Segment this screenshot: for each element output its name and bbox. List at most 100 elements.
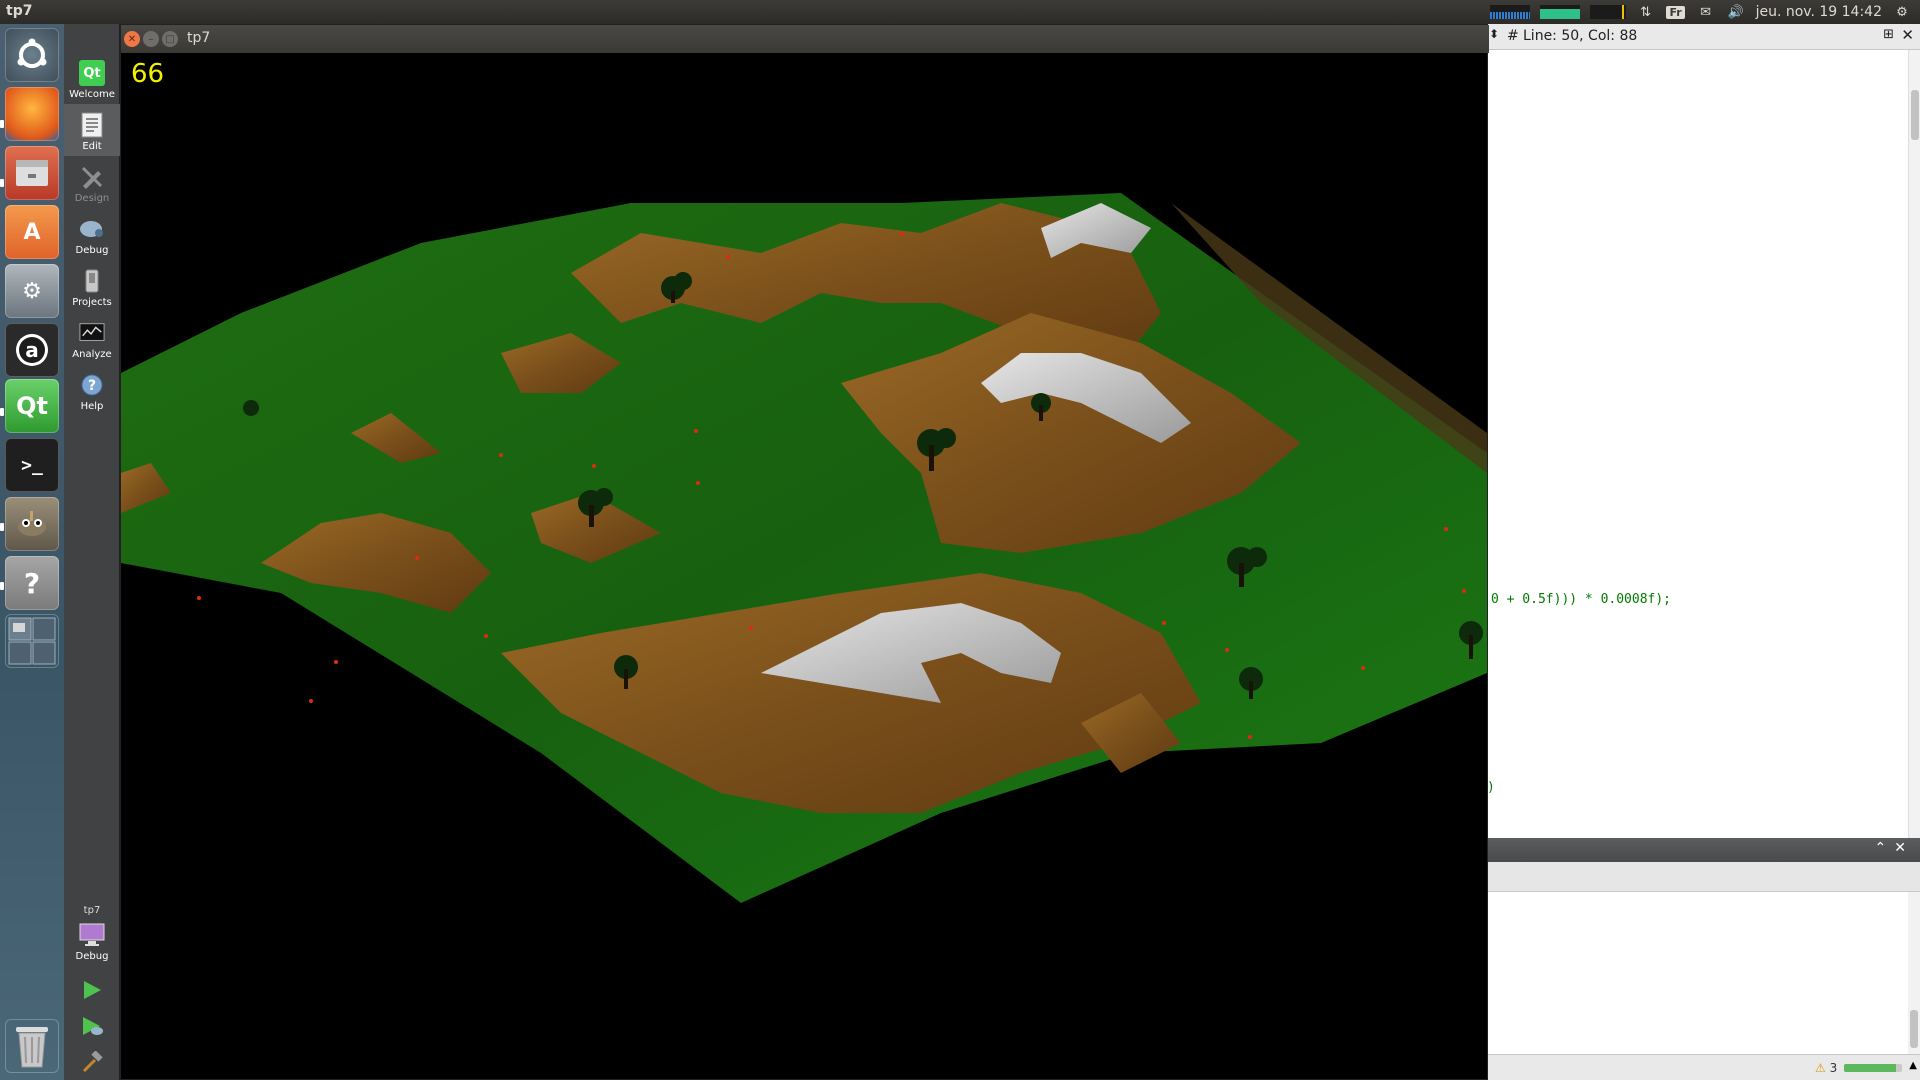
amazon-icon[interactable]: a [5, 323, 59, 377]
debug-play-icon [83, 1017, 103, 1035]
qt-logo-icon: Qt [79, 60, 105, 86]
keyboard-layout-indicator[interactable]: Fr [1666, 4, 1686, 20]
code-line: 0 + 0.5f))) * 0.0008f); [1491, 592, 1672, 607]
scrollbar-thumb[interactable] [1910, 1010, 1918, 1048]
target-config-label: Debug [75, 951, 109, 962]
mode-help[interactable]: ? Help [64, 364, 120, 416]
mode-label: Edit [82, 141, 102, 152]
trash-icon[interactable] [5, 1019, 59, 1073]
volume-icon[interactable]: 🔊 [1726, 4, 1746, 20]
editor-scrollbar[interactable] [1908, 50, 1920, 838]
indicator-area: ⇅ Fr ✉ 🔊 jeu. nov. 19 14:42 ⚙ [1489, 0, 1920, 24]
window-title: tp7 [187, 30, 211, 46]
clock[interactable]: jeu. nov. 19 14:42 [1756, 4, 1882, 20]
terrain-scene [121, 193, 1487, 903]
mode-debug[interactable]: Debug [64, 208, 120, 260]
output-pane[interactable] [1487, 892, 1920, 1054]
window-titlebar[interactable]: ✕ – □ tp7 [121, 25, 1489, 53]
run-button[interactable] [78, 976, 106, 1004]
document-icon [79, 112, 105, 138]
expand-arrow-icon[interactable]: ▲ [1909, 1060, 1917, 1071]
close-pane-icon[interactable]: ✕ [1894, 840, 1914, 856]
code-editor[interactable]: 0 + 0.5f))) * 0.0008f); ) [1487, 50, 1920, 838]
mode-edit[interactable]: Edit [64, 104, 120, 156]
mode-label: Welcome [69, 89, 115, 100]
warning-count: 3 [1829, 1061, 1838, 1075]
running-indicator [0, 120, 4, 128]
target-project-label: tp7 [83, 905, 101, 916]
design-pen-icon [79, 164, 105, 190]
opengl-viewport[interactable]: 66 [121, 53, 1487, 1079]
monitor-graph-icon [79, 320, 105, 346]
gimp-icon[interactable] [5, 497, 59, 551]
build-progress-bar [1844, 1064, 1902, 1072]
build-progress-fill [1844, 1064, 1897, 1072]
mode-label: Design [74, 193, 110, 204]
dash-home-icon[interactable] [5, 28, 59, 82]
qt-mode-selector: Qt Welcome Edit Design Debug Projects An… [64, 24, 120, 1080]
cursor-position[interactable]: Line: 50, Col: 88 [1523, 28, 1637, 44]
terminal-icon[interactable]: >_ [5, 438, 59, 492]
play-icon [84, 981, 101, 999]
svg-text:?: ? [88, 378, 96, 394]
desktop-kit-icon [79, 922, 105, 948]
window-maximize-button[interactable]: □ [162, 31, 178, 47]
close-editor-icon[interactable]: ✕ [1901, 26, 1914, 44]
code-line: ) [1487, 780, 1495, 795]
mode-label: Debug [75, 245, 109, 256]
fps-counter: 66 [131, 59, 165, 89]
hash-label: # [1507, 28, 1519, 44]
network-transfer-icon[interactable]: ⇅ [1636, 4, 1656, 20]
running-indicator [0, 523, 4, 531]
output-scrollbar[interactable] [1908, 892, 1920, 1054]
top-panel: tp7 ⇅ Fr ✉ 🔊 jeu. nov. 19 14:42 ⚙ [0, 0, 1920, 24]
tp7-window: ✕ – □ tp7 66 [120, 24, 1489, 1080]
firefox-icon[interactable] [5, 87, 59, 141]
files-icon[interactable] [5, 146, 59, 200]
scrollbar-thumb[interactable] [1911, 90, 1919, 140]
output-tabs [1487, 862, 1920, 892]
window-minimize-button[interactable]: – [143, 31, 159, 47]
running-indicator [0, 179, 4, 187]
hammer-icon [82, 1051, 103, 1073]
mode-welcome[interactable]: Qt Welcome [64, 52, 120, 104]
help-icon[interactable]: ? [5, 556, 59, 610]
qt-creator-icon[interactable]: Qt [5, 379, 59, 433]
debug-run-button[interactable] [78, 1012, 106, 1040]
status-bar: ⚠ 3 ▲ [1487, 1054, 1920, 1080]
keyboard-layout-label: Fr [1666, 5, 1685, 19]
running-indicator [0, 408, 4, 416]
system-monitor-network-graph[interactable] [1589, 5, 1626, 19]
running-indicator [0, 582, 4, 590]
workspace-switcher-icon[interactable] [5, 614, 59, 668]
tree [243, 400, 259, 416]
mode-label: Projects [72, 297, 112, 308]
svg-text:a: a [25, 338, 39, 362]
wrench-icon [79, 268, 105, 294]
editor-toolbar: ⬍ # Line: 50, Col: 88 ⊞ ✕ [1487, 24, 1920, 50]
bug-icon [79, 216, 105, 242]
maximize-pane-icon[interactable]: ⌃ [1875, 840, 1895, 856]
target-selector[interactable]: tp7 Debug [64, 896, 120, 966]
system-monitor-memory-graph[interactable] [1539, 5, 1580, 19]
unity-launcher: A ⚙ a Qt >_ ? [0, 24, 64, 1080]
output-pane-header: ⌃✕ [1487, 838, 1920, 862]
warning-icon: ⚠ [1815, 1061, 1826, 1075]
question-icon: ? [79, 372, 105, 398]
mode-label: Help [80, 401, 104, 412]
system-settings-icon[interactable]: ⚙ [5, 264, 59, 318]
mode-analyze[interactable]: Analyze [64, 312, 120, 364]
symbol-selector-arrows[interactable]: ⬍ [1489, 27, 1499, 41]
system-monitor-cpu-graph[interactable] [1489, 5, 1530, 19]
active-app-title: tp7 [6, 3, 33, 19]
mode-label: Analyze [72, 349, 112, 360]
mode-design[interactable]: Design [64, 156, 120, 208]
session-gear-icon[interactable]: ⚙ [1892, 4, 1912, 20]
warning-indicator[interactable]: ⚠ 3 [1815, 1061, 1837, 1075]
split-icon[interactable]: ⊞ [1883, 27, 1894, 42]
window-close-button[interactable]: ✕ [124, 31, 140, 47]
software-center-icon[interactable]: A [5, 205, 59, 259]
mode-projects[interactable]: Projects [64, 260, 120, 312]
build-button[interactable] [78, 1048, 106, 1076]
mail-icon[interactable]: ✉ [1696, 4, 1716, 20]
